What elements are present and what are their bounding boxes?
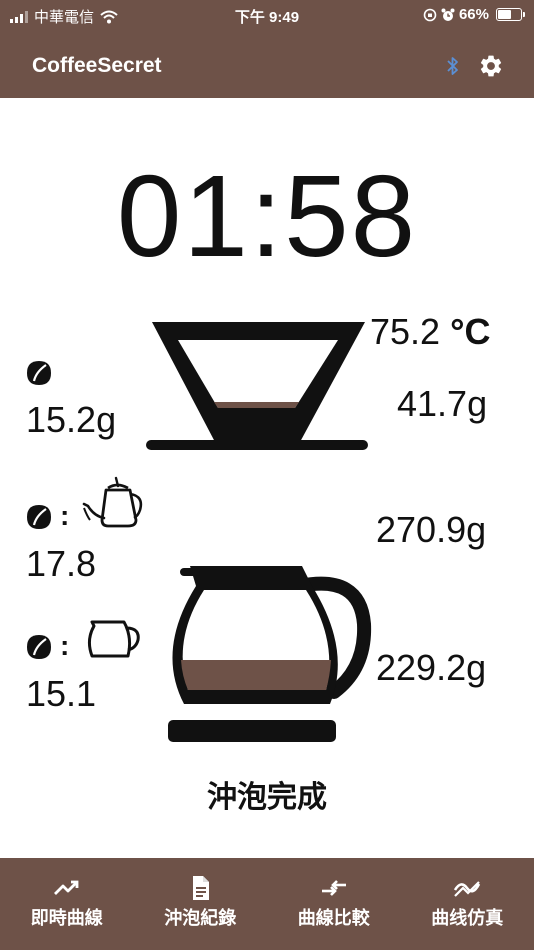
app-bar: CoffeeSecret [0, 30, 534, 98]
nav-label: 即時曲線 [30, 908, 103, 928]
bluetooth-icon[interactable] [444, 55, 462, 77]
gear-icon[interactable] [478, 53, 504, 79]
nav-curve-compare[interactable]: 曲線比較 [267, 858, 401, 950]
temperature-value: 75.2 [370, 311, 441, 352]
battery-percent: 66% [458, 6, 489, 23]
coffee-bean-icon [27, 635, 51, 659]
app-title: CoffeeSecret [32, 54, 162, 77]
compare-arrows-icon [321, 880, 346, 896]
temperature-unit: °C [450, 311, 491, 352]
document-icon [193, 876, 210, 900]
brew-status: 沖泡完成 [207, 781, 327, 814]
kettle-icon [82, 476, 143, 528]
coffee-server-small-icon [87, 620, 140, 658]
trending-up-icon [53, 880, 79, 895]
coffee-bean-icon [27, 505, 51, 529]
brew-timer: 01:58 [116, 151, 418, 281]
coffee-ratio: 15.1 [26, 673, 97, 714]
dripper-icon [146, 322, 368, 450]
alarm-icon [441, 8, 455, 21]
nav-brew-records[interactable]: 沖泡紀錄 [134, 858, 268, 950]
coffee-weight: 229.2g [376, 647, 487, 688]
battery-icon [496, 8, 525, 21]
simulate-curve-icon [454, 881, 481, 897]
nav-label: 沖泡紀錄 [164, 908, 237, 928]
coffee-bean-icon [27, 361, 51, 385]
nav-label: 曲线仿真 [431, 908, 504, 928]
nav-label: 曲線比較 [297, 908, 370, 928]
water-weight: 270.9g [376, 509, 487, 550]
status-bar: 中華電信 下午 9:49 66% [0, 0, 534, 30]
bean-weight: 15.2g [26, 399, 117, 440]
orientation-lock-icon [423, 8, 437, 21]
nav-realtime-curve[interactable]: 即時曲線 [0, 858, 134, 950]
nav-curve-simulation[interactable]: 曲线仿真 [401, 858, 534, 950]
dripper-weight: 41.7g [397, 383, 488, 424]
water-temperature: 75.2 °C [370, 314, 491, 350]
status-right: 66% [423, 6, 525, 23]
bottom-nav: 即時曲線 沖泡紀錄 曲線比較 曲线仿真 [0, 858, 534, 950]
ratio-colon: : [60, 500, 70, 531]
water-ratio: 17.8 [26, 543, 97, 584]
coffee-server-icon [168, 566, 372, 742]
ratio-colon: : [60, 630, 70, 661]
